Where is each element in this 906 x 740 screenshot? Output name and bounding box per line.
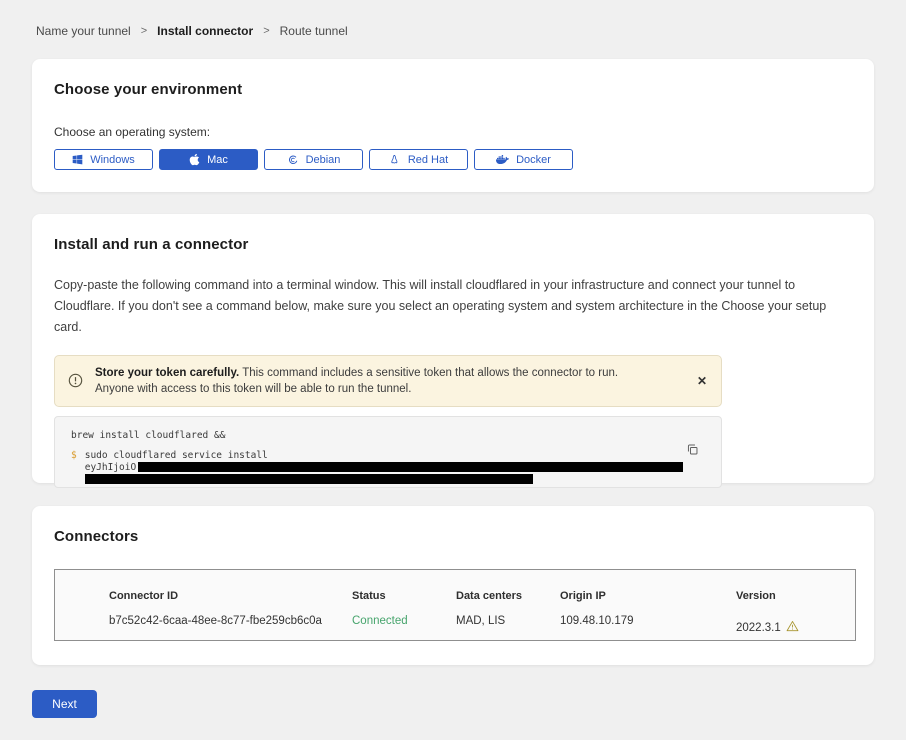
install-instructions: Copy-paste the following command into a …	[54, 275, 849, 338]
apple-icon	[189, 153, 200, 166]
copy-icon	[686, 444, 699, 459]
windows-icon	[72, 154, 83, 165]
breadcrumb-separator: >	[141, 25, 147, 37]
breadcrumb-install-connector[interactable]: Install connector	[157, 24, 253, 38]
os-button-label: Red Hat	[408, 154, 448, 166]
breadcrumb-route-tunnel[interactable]: Route tunnel	[280, 24, 348, 38]
os-button-mac[interactable]: Mac	[159, 149, 258, 170]
os-button-label: Docker	[516, 154, 551, 166]
copy-command-button[interactable]	[686, 443, 699, 459]
install-connector-card: Install and run a connector Copy-paste t…	[32, 214, 874, 483]
install-command-codeblock: brew install cloudflared && $ sudo cloud…	[54, 416, 722, 488]
column-header-status: Status	[352, 590, 456, 615]
connector-version-value: 2022.3.1	[736, 615, 855, 640]
code-line-brew: brew install cloudflared &&	[71, 430, 705, 441]
column-header-version: Version	[736, 590, 855, 615]
connector-status-value: Connected	[352, 615, 456, 640]
shell-prompt: $	[71, 450, 77, 484]
column-header-connector-id: Connector ID	[109, 590, 352, 615]
redhat-icon	[389, 154, 401, 166]
choose-environment-card: Choose your environment Choose an operat…	[32, 59, 874, 192]
environment-card-title: Choose your environment	[54, 81, 852, 98]
os-button-debian[interactable]: Debian	[264, 149, 363, 170]
connectors-table: Connector ID Status Data centers Origin …	[54, 569, 856, 641]
next-button[interactable]: Next	[32, 690, 97, 718]
os-button-docker[interactable]: Docker	[474, 149, 573, 170]
connector-id-value: b7c52c42-6caa-48ee-8c77-fbe259cb6c0a	[109, 615, 352, 640]
warning-triangle-icon	[786, 620, 799, 635]
breadcrumb-separator: >	[263, 25, 269, 37]
redacted-token-bar	[85, 474, 533, 484]
version-number: 2022.3.1	[736, 622, 781, 634]
breadcrumb: Name your tunnel > Install connector > R…	[0, 0, 906, 38]
column-header-origin-ip: Origin IP	[560, 590, 736, 615]
close-icon: ✕	[697, 374, 707, 388]
os-button-windows[interactable]: Windows	[54, 149, 153, 170]
banner-close-button[interactable]: ✕	[697, 375, 707, 387]
token-warning-title: Store your token carefully.	[95, 367, 239, 379]
os-button-label: Windows	[90, 154, 135, 166]
os-button-redhat[interactable]: Red Hat	[369, 149, 468, 170]
connectors-card: Connectors Connector ID Status Data cent…	[32, 506, 874, 665]
docker-icon	[496, 154, 509, 165]
redacted-token-bar	[138, 462, 683, 472]
install-card-title: Install and run a connector	[54, 236, 852, 253]
os-select-label: Choose an operating system:	[54, 125, 852, 139]
connector-data-centers-value: MAD, LIS	[456, 615, 560, 640]
token-prefix: eyJhIjoiO	[85, 462, 136, 474]
alert-circle-icon	[68, 373, 83, 393]
connector-origin-ip-value: 109.48.10.179	[560, 615, 736, 640]
token-warning-banner: Store your token carefully. This command…	[54, 355, 722, 407]
debian-icon	[287, 154, 299, 166]
os-button-label: Debian	[306, 154, 341, 166]
connectors-card-title: Connectors	[54, 528, 852, 545]
breadcrumb-name-your-tunnel[interactable]: Name your tunnel	[36, 24, 131, 38]
os-button-group: Windows Mac Debian Red Hat Docker	[54, 149, 852, 170]
code-line-sudo: sudo cloudflared service install	[85, 450, 683, 462]
token-warning-text: Store your token carefully. This command…	[95, 365, 650, 397]
os-button-label: Mac	[207, 154, 228, 166]
column-header-data-centers: Data centers	[456, 590, 560, 615]
